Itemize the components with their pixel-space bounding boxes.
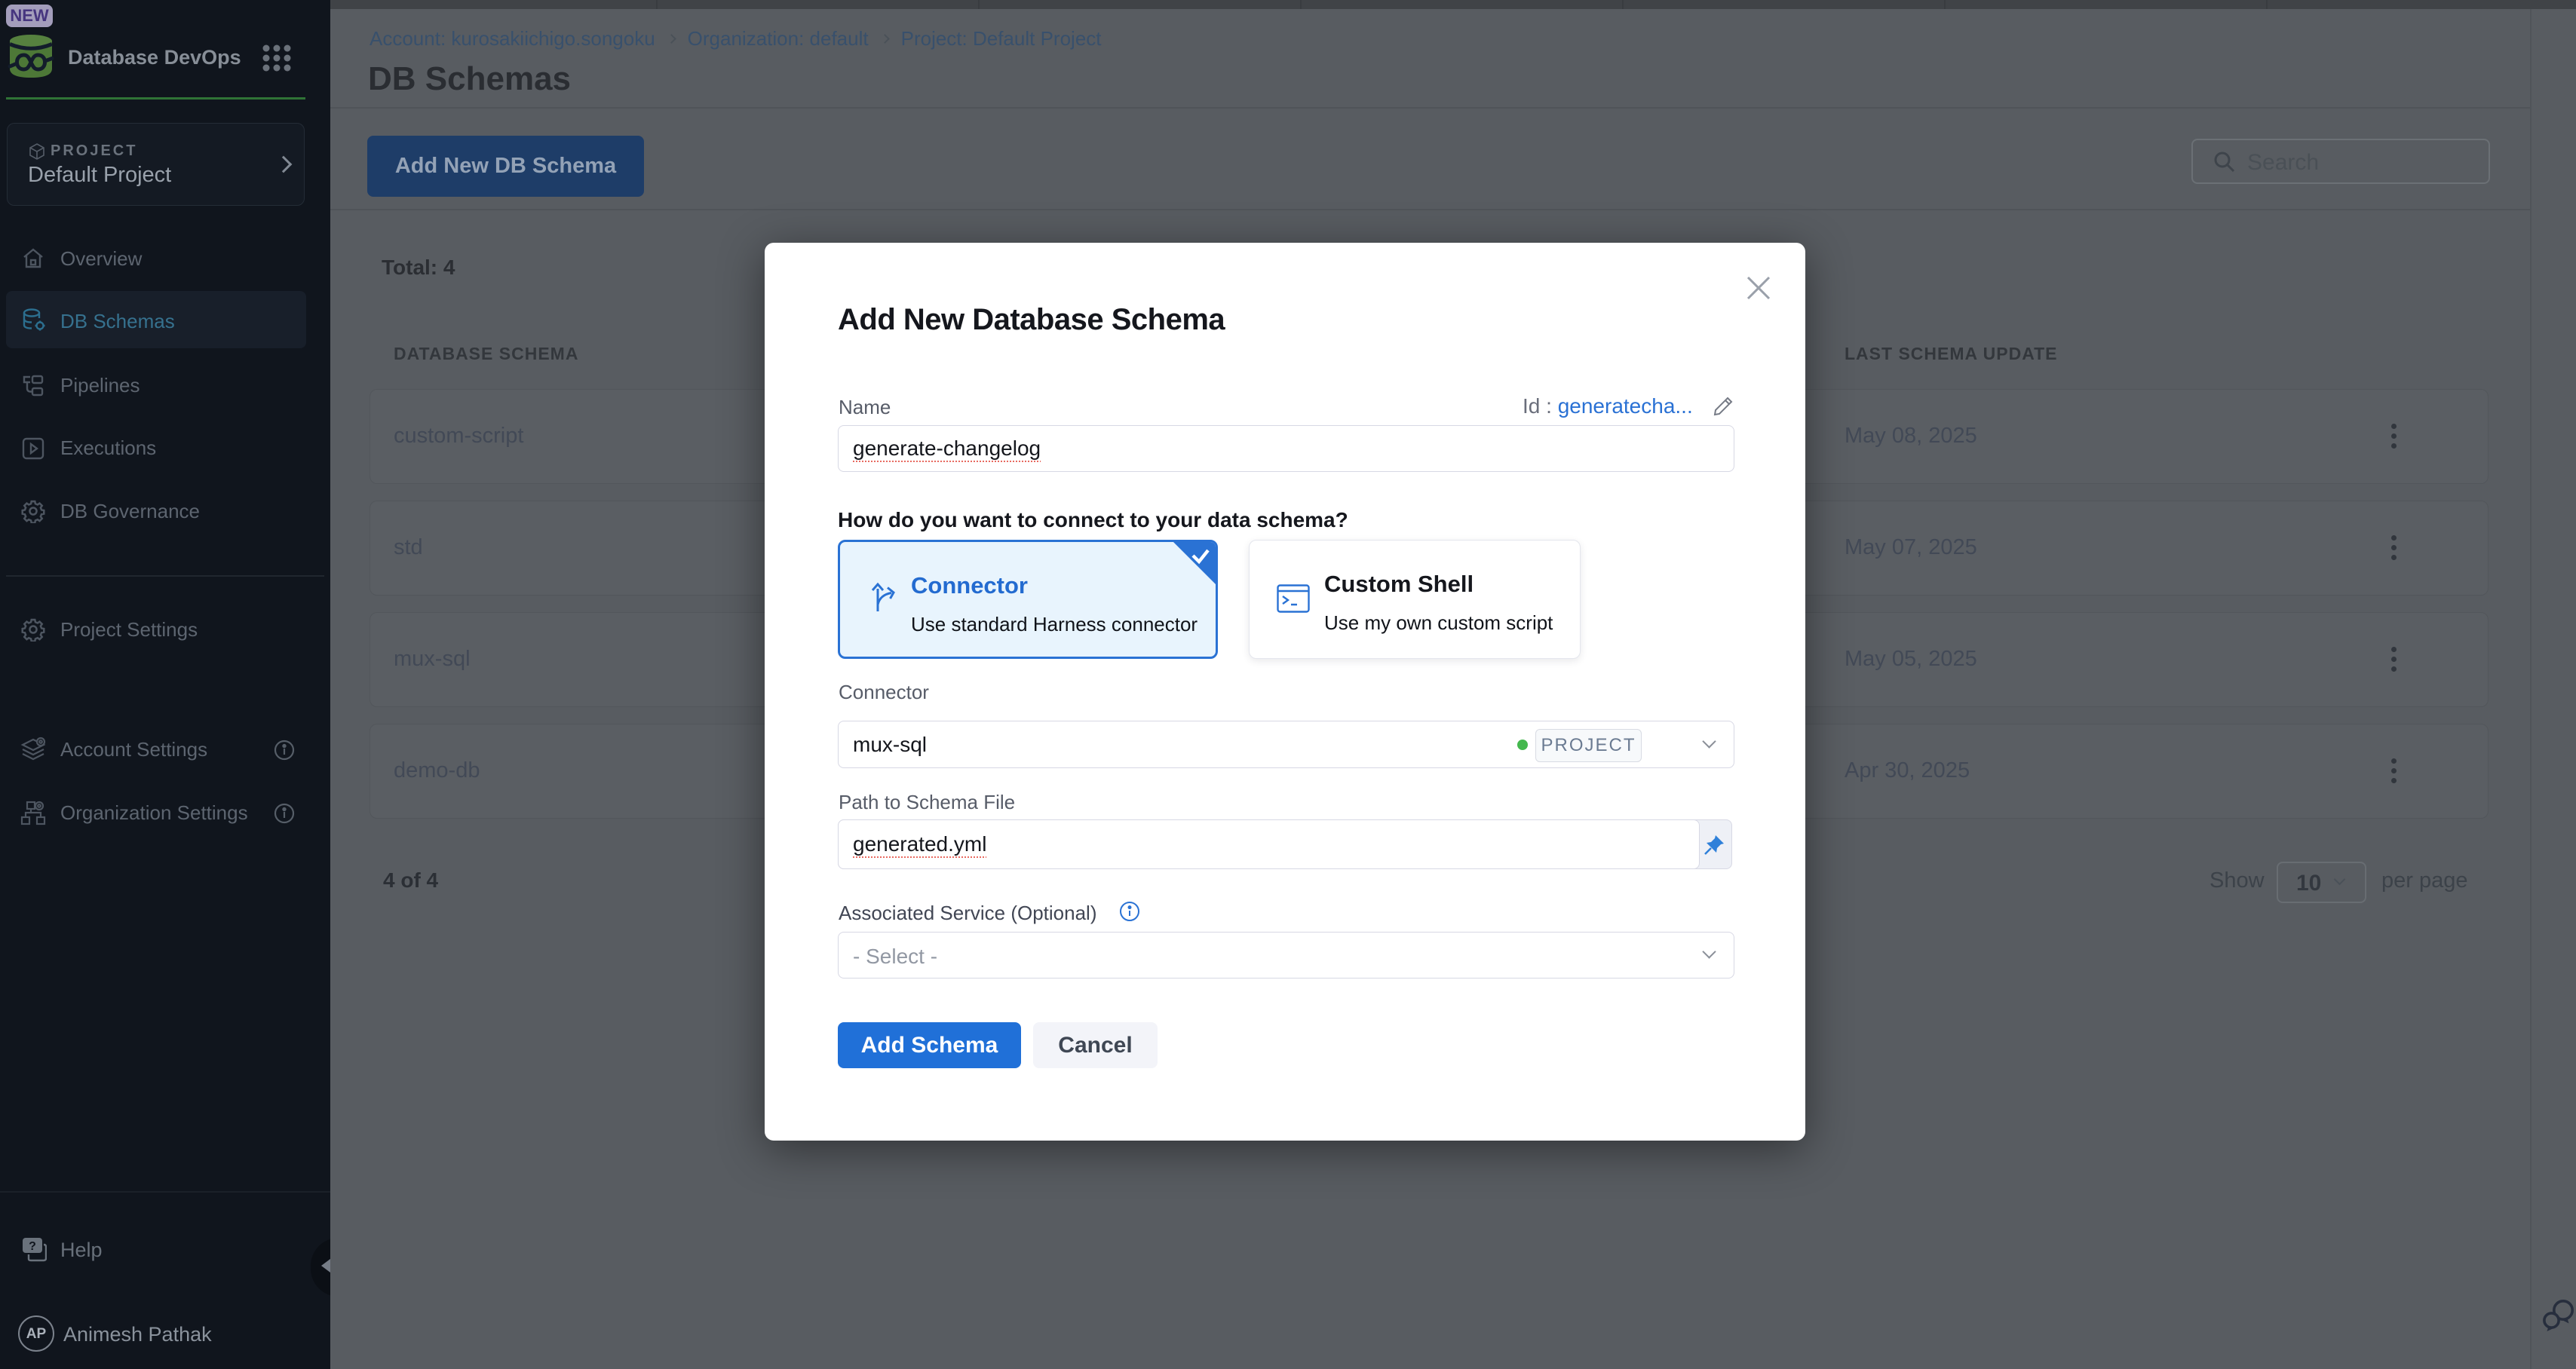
- svg-text:?: ?: [29, 1240, 36, 1253]
